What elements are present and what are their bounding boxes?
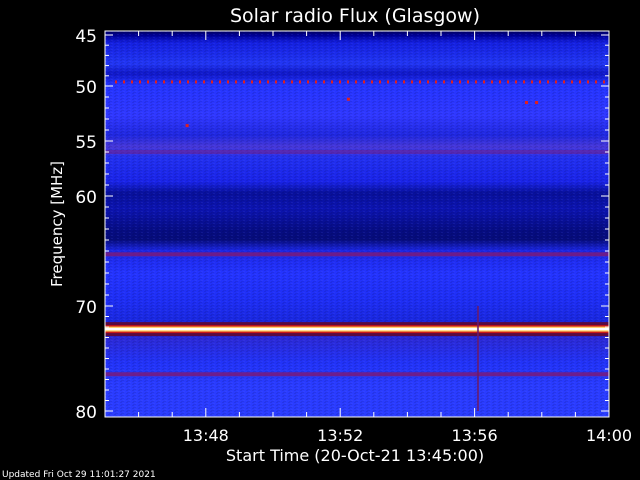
interference-dot: [419, 80, 421, 84]
interference-dot: [251, 80, 253, 84]
interference-dot: [195, 80, 197, 84]
x-tick-label-13:52: 13:52: [317, 426, 363, 445]
interference-dot: [347, 80, 349, 84]
x-axis-label: Start Time (20-Oct-21 13:45:00): [226, 446, 484, 465]
chart-title: Solar radio Flux (Glasgow): [230, 5, 480, 27]
interference-dot: [459, 80, 461, 84]
interference-dot: [595, 80, 597, 84]
interference-dot: [323, 80, 325, 84]
interference-dot: [163, 80, 165, 84]
x-tick-label-13:56: 13:56: [452, 426, 498, 445]
plot-area: [104, 30, 610, 418]
interference-dot: [555, 80, 557, 84]
spectrogram-chart: Solar radio Flux (Glasgow) 455055607080 …: [48, 5, 632, 465]
interference-dot: [355, 80, 357, 84]
interference-dot: [115, 80, 117, 84]
interference-dot: [339, 80, 341, 84]
interference-dot: [523, 80, 525, 84]
interference-dot: [219, 80, 221, 84]
interference-dot: [475, 80, 477, 84]
interference-dot: [507, 80, 509, 84]
x-tick-label-14:00: 14:00: [586, 426, 632, 445]
interference-dot: [531, 80, 533, 84]
interference-dot: [379, 80, 381, 84]
y-tick-label-60: 60: [75, 188, 97, 208]
interference-dot: [579, 80, 581, 84]
y-tick-label-50: 50: [75, 78, 97, 98]
y-axis-label: Frequency [MHz]: [48, 161, 66, 287]
y-tick-label-80: 80: [75, 403, 97, 423]
interference-dot: [203, 80, 205, 84]
spectrogram-noise: [105, 31, 609, 417]
interference-dot: [283, 80, 285, 84]
interference-dot: [307, 80, 309, 84]
interference-dot: [291, 80, 293, 84]
interference-dot: [395, 80, 397, 84]
interference-dot: [435, 80, 437, 84]
broadband-spike: [476, 306, 479, 411]
interference-dot: [259, 80, 261, 84]
interference-dot: [331, 80, 333, 84]
interference-dot: [443, 80, 445, 84]
interference-dot: [315, 80, 317, 84]
interference-dot: [187, 80, 189, 84]
interference-band-3: [105, 150, 609, 154]
interference-dot: [235, 80, 237, 84]
interference-dot: [411, 80, 413, 84]
interference-dot: [539, 80, 541, 84]
interference-dot: [587, 80, 589, 84]
interference-dot: [387, 80, 389, 84]
interference-dot: [211, 80, 213, 84]
emission-band-core: [105, 327, 609, 331]
interference-dot: [571, 80, 573, 84]
y-tick-label-45: 45: [75, 27, 97, 47]
interference-dot: [299, 80, 301, 84]
interference-dot: [563, 80, 565, 84]
interference-dot: [603, 80, 605, 84]
interference-dot: [155, 80, 157, 84]
interference-dot: [403, 80, 405, 84]
interference-dot: [123, 80, 125, 84]
interference-speck: [346, 97, 350, 101]
update-timestamp: Updated Fri Oct 29 11:01:27 2021: [2, 470, 156, 480]
interference-speck: [525, 101, 528, 104]
interference-dot: [491, 80, 493, 84]
interference-dot: [243, 80, 245, 84]
interference-speck: [185, 124, 189, 128]
interference-dot: [547, 80, 549, 84]
x-tick-label-13:48: 13:48: [183, 426, 229, 445]
interference-band-1: [105, 252, 609, 257]
interference-dot: [451, 80, 453, 84]
interference-dot: [467, 80, 469, 84]
interference-dot: [515, 80, 517, 84]
interference-dot: [267, 80, 269, 84]
interference-dot: [179, 80, 181, 84]
interference-dot: [483, 80, 485, 84]
interference-dot: [499, 80, 501, 84]
interference-dot: [139, 80, 141, 84]
interference-band-2: [105, 372, 609, 377]
interference-dot: [371, 80, 373, 84]
interference-dot: [275, 80, 277, 84]
interference-dot: [171, 80, 173, 84]
interference-dot: [427, 80, 429, 84]
interference-speck: [535, 101, 539, 104]
interference-dot: [363, 80, 365, 84]
y-tick-label-55: 55: [75, 133, 97, 153]
interference-dot: [131, 80, 133, 84]
interference-dot: [147, 80, 149, 84]
interference-dot: [227, 80, 229, 84]
y-tick-label-70: 70: [75, 298, 97, 318]
